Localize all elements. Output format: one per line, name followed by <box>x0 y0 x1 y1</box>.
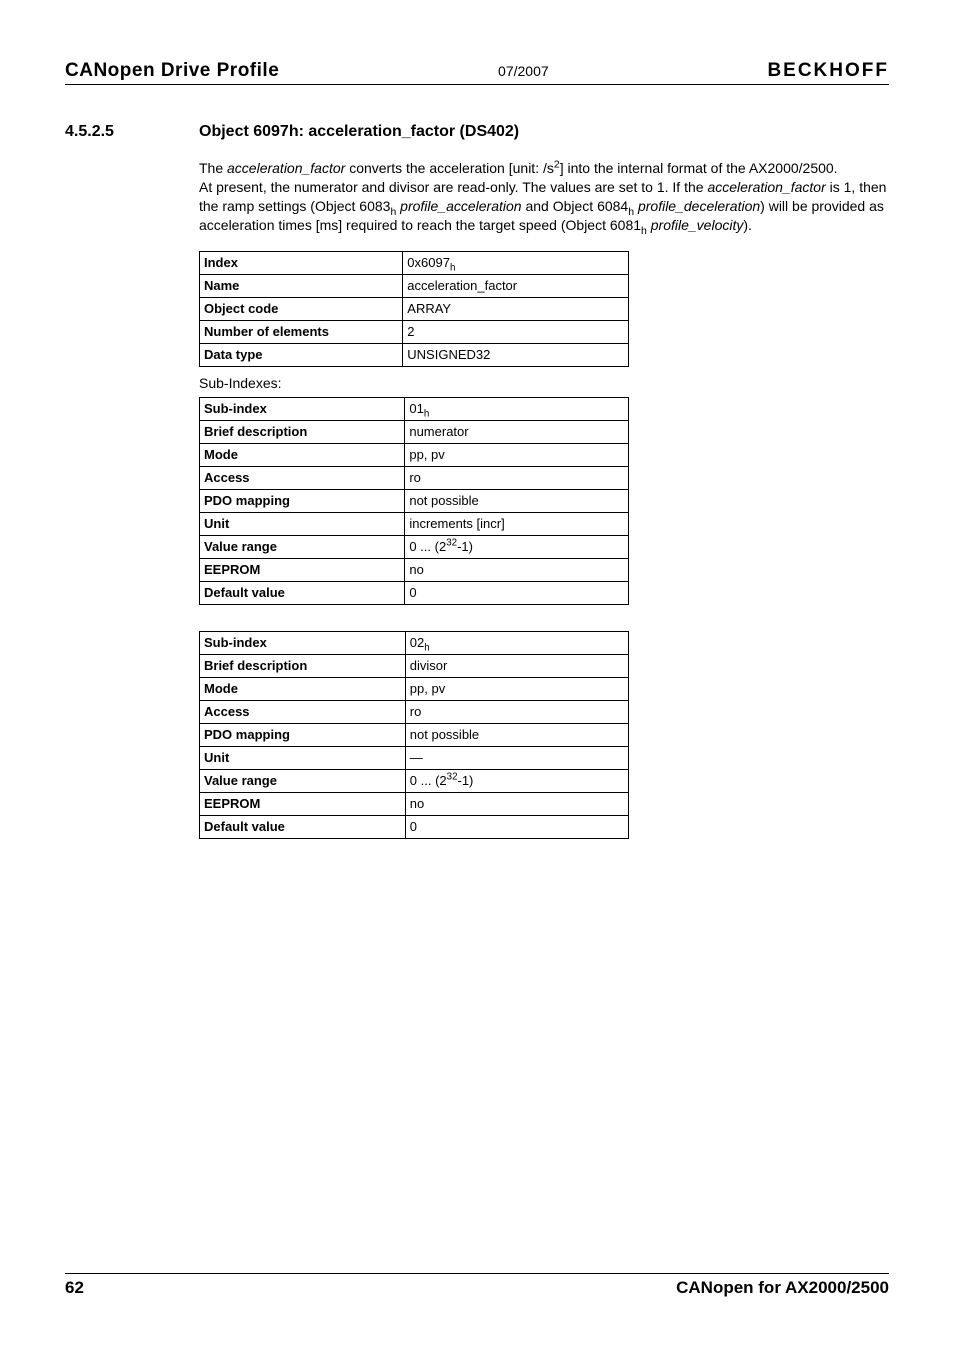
table-cell-value: ro <box>405 466 629 489</box>
table-cell-label: EEPROM <box>200 792 406 815</box>
table-cell-value: not possible <box>405 723 628 746</box>
footer-title: CANopen for AX2000/2500 <box>676 1278 889 1298</box>
table-cell-label: EEPROM <box>200 558 405 581</box>
subindex-label: Sub-Indexes: <box>199 375 889 391</box>
table-cell-value: 0 <box>405 581 629 604</box>
table-cell-label: Value range <box>200 535 405 558</box>
table-cell-value: pp, pv <box>405 443 629 466</box>
table-row: Index0x6097h <box>200 251 629 274</box>
table-row: PDO mappingnot possible <box>200 723 629 746</box>
table-cell-label: Mode <box>200 677 406 700</box>
table-cell-label: Brief description <box>200 654 406 677</box>
table-cell-value: no <box>405 792 628 815</box>
header-left: CANopen Drive Profile <box>65 60 279 82</box>
text-italic: acceleration_factor <box>707 179 825 195</box>
table-cell-value: 0 <box>405 815 628 838</box>
table-cell-label: Mode <box>200 443 405 466</box>
table-cell-value: no <box>405 558 629 581</box>
table-row: Number of elements2 <box>200 320 629 343</box>
table-row: Value range0 ... (232-1) <box>200 535 629 558</box>
table-row: Brief descriptionnumerator <box>200 420 629 443</box>
text-italic: acceleration_factor <box>227 160 345 176</box>
table-row: Default value0 <box>200 815 629 838</box>
table-cell-label: Access <box>200 466 405 489</box>
page-footer: 62 CANopen for AX2000/2500 <box>65 1273 889 1298</box>
table-row: PDO mappingnot possible <box>200 489 629 512</box>
page-header: CANopen Drive Profile 07/2007 BECKHOFF <box>65 60 889 85</box>
table-cell-label: Unit <box>200 512 405 535</box>
table-row: Data typeUNSIGNED32 <box>200 343 629 366</box>
table-cell-value: pp, pv <box>405 677 628 700</box>
table-cell-value: divisor <box>405 654 628 677</box>
table-row: Object codeARRAY <box>200 297 629 320</box>
table-cell-value: 0 ... (232-1) <box>405 535 629 558</box>
text-sub: h <box>641 224 647 236</box>
table-cell-label: Access <box>200 700 406 723</box>
page-number: 62 <box>65 1278 84 1298</box>
table-cell-value: UNSIGNED32 <box>403 343 629 366</box>
table-cell-value: 02h <box>405 631 628 654</box>
object-table-main: Index0x6097hNameacceleration_factorObjec… <box>199 251 629 367</box>
table-row: EEPROMno <box>200 558 629 581</box>
table-row: Sub-index01h <box>200 397 629 420</box>
table-cell-label: Name <box>200 274 403 297</box>
table-row: Unitincrements [incr] <box>200 512 629 535</box>
table-cell-label: Value range <box>200 769 406 792</box>
table-cell-value: — <box>405 746 628 769</box>
header-date: 07/2007 <box>498 63 549 79</box>
section-title: Object 6097h: acceleration_factor (DS402… <box>199 123 519 141</box>
table-row: Nameacceleration_factor <box>200 274 629 297</box>
table-row: Sub-index02h <box>200 631 629 654</box>
table-cell-value: numerator <box>405 420 629 443</box>
text-italic: profile_acceleration <box>400 198 521 214</box>
table-row: Value range0 ... (232-1) <box>200 769 629 792</box>
table-cell-value: 01h <box>405 397 629 420</box>
text-italic: profile_deceleration <box>638 198 760 214</box>
table-cell-label: PDO mapping <box>200 489 405 512</box>
table-cell-value: 2 <box>403 320 629 343</box>
table-cell-value: acceleration_factor <box>403 274 629 297</box>
section-number: 4.5.2.5 <box>65 123 199 141</box>
table-cell-label: Default value <box>200 581 405 604</box>
table-cell-label: Data type <box>200 343 403 366</box>
text: converts the acceleration [unit: /s <box>345 160 554 176</box>
table-cell-label: Unit <box>200 746 406 769</box>
table-cell-value: 0 ... (232-1) <box>405 769 628 792</box>
text: ] into the internal format of the AX2000… <box>560 160 838 176</box>
table-cell-label: Default value <box>200 815 406 838</box>
table-cell-label: PDO mapping <box>200 723 406 746</box>
text-italic: profile_velocity <box>651 217 744 233</box>
text: The <box>199 160 227 176</box>
table-row: Brief descriptiondivisor <box>200 654 629 677</box>
table-row: EEPROMno <box>200 792 629 815</box>
table-row: Modepp, pv <box>200 443 629 466</box>
section-heading: 4.5.2.5 Object 6097h: acceleration_facto… <box>65 123 889 141</box>
text: ). <box>743 217 752 233</box>
table-cell-label: Sub-index <box>200 397 405 420</box>
table-cell-label: Number of elements <box>200 320 403 343</box>
object-table-sub2: Sub-index02hBrief descriptiondivisorMode… <box>199 631 629 839</box>
table-cell-label: Sub-index <box>200 631 406 654</box>
text: At present, the numerator and divisor ar… <box>199 179 707 195</box>
body-paragraph: The acceleration_factor converts the acc… <box>199 159 889 235</box>
header-brand: BECKHOFF <box>767 60 889 82</box>
table-cell-value: 0x6097h <box>403 251 629 274</box>
table-row: Accessro <box>200 700 629 723</box>
table-row: Default value0 <box>200 581 629 604</box>
text: and Object 6084 <box>522 198 629 214</box>
table-cell-label: Brief description <box>200 420 405 443</box>
table-cell-value: increments [incr] <box>405 512 629 535</box>
table-cell-label: Index <box>200 251 403 274</box>
table-cell-value: not possible <box>405 489 629 512</box>
table-cell-label: Object code <box>200 297 403 320</box>
object-table-sub1: Sub-index01hBrief descriptionnumeratorMo… <box>199 397 629 605</box>
table-row: Accessro <box>200 466 629 489</box>
table-row: Unit— <box>200 746 629 769</box>
table-row: Modepp, pv <box>200 677 629 700</box>
table-cell-value: ARRAY <box>403 297 629 320</box>
table-cell-value: ro <box>405 700 628 723</box>
